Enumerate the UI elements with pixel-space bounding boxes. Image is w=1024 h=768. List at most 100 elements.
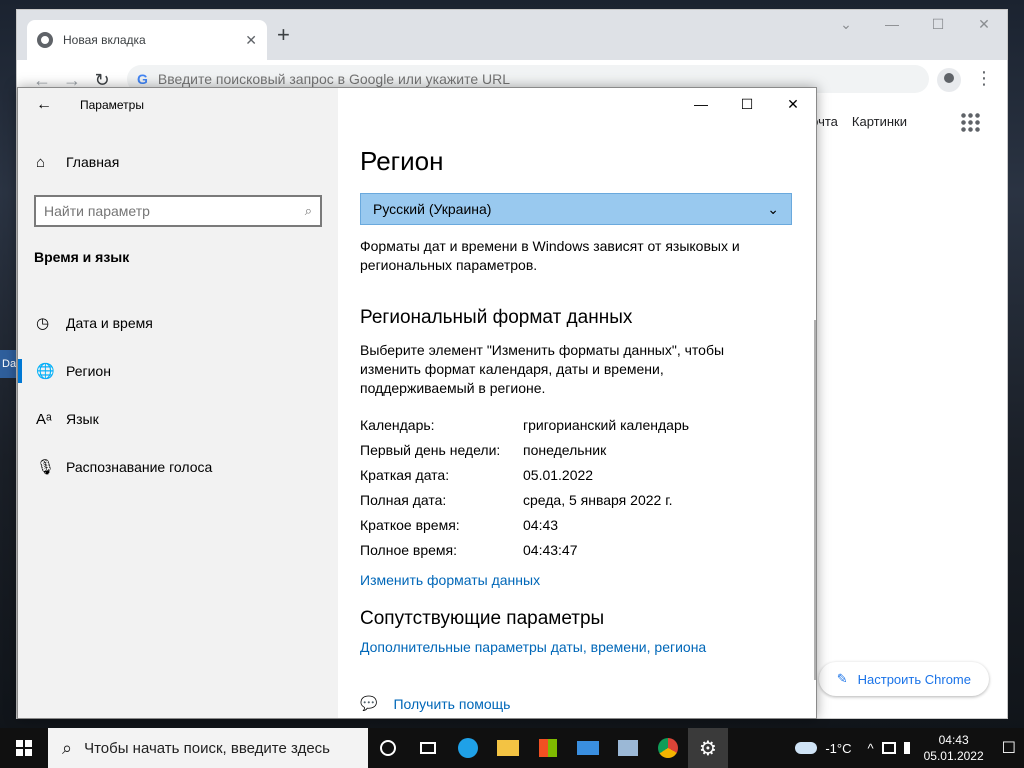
notification-icon[interactable]: ☐	[1002, 738, 1016, 758]
back-arrow-icon[interactable]: ←	[36, 96, 64, 114]
omnibox-input[interactable]	[157, 71, 858, 87]
help-icon: 💬	[360, 695, 378, 711]
tab-close-icon[interactable]: ✕	[245, 32, 257, 49]
globe-icon: 🌐	[36, 363, 55, 380]
format-key: Краткая дата:	[360, 466, 450, 483]
change-formats-row: Изменить форматы данных	[360, 572, 778, 590]
taskbar-search-placeholder: Чтобы начать поиск, введите здесь	[84, 739, 330, 757]
google-apps-icon[interactable]	[960, 112, 980, 132]
taskbar-search[interactable]: ⌕ Чтобы начать поиск, введите здесь	[48, 728, 368, 768]
scrollbar[interactable]	[814, 320, 816, 680]
format-key: Полная дата:	[360, 491, 447, 508]
chrome-menu-icon[interactable]: ⋮	[975, 68, 993, 89]
search-icon[interactable]: ⌕	[305, 203, 312, 219]
clock-time: 04:43	[938, 733, 969, 747]
get-help-row[interactable]: 💬 Получить помощь	[360, 695, 510, 712]
sidebar-item-label: Регион	[66, 363, 111, 379]
weather-temp[interactable]: -1°C	[825, 741, 851, 756]
mail-icon[interactable]	[568, 728, 608, 768]
close-button[interactable]: ✕	[961, 16, 1007, 33]
store-icon[interactable]	[528, 728, 568, 768]
file-explorer-icon[interactable]	[488, 728, 528, 768]
microphone-icon: 🎙	[36, 459, 56, 476]
sidebar-item-label: Распознавание голоса	[66, 459, 213, 475]
sidebar-item-speech[interactable]: 🎙 Распознавание голоса	[18, 443, 338, 491]
format-row: Первый день недели: понедельник	[360, 437, 778, 462]
maximize-button[interactable]: ☐	[915, 16, 961, 33]
settings-window: ← Параметры ⌂ Главная ⌕ Время и язык ◷ Д…	[17, 87, 817, 719]
system-tray: -1°C ^ 04:43 05.01.2022 ☐	[795, 732, 1024, 764]
settings-sidebar: ← Параметры ⌂ Главная ⌕ Время и язык ◷ Д…	[18, 88, 338, 718]
settings-main: — ☐ ✕ Регион Русский (Украина) ⌄ Форматы…	[338, 88, 816, 718]
desktop-shortcut-stub[interactable]: Da	[0, 350, 18, 378]
start-button[interactable]	[0, 728, 48, 768]
task-view-icon[interactable]	[408, 728, 448, 768]
tray-overflow-icon[interactable]: ^	[867, 741, 873, 756]
sidebar-item-language[interactable]: Aᵃ Язык	[18, 395, 338, 443]
format-value: 05.01.2022	[523, 466, 594, 483]
edge-icon[interactable]	[448, 728, 488, 768]
clock[interactable]: 04:43 05.01.2022	[924, 732, 984, 764]
format-row: Полное время: 04:43:47	[360, 537, 778, 562]
cortana-icon[interactable]	[368, 728, 408, 768]
region-page: Регион Русский (Украина) ⌄ Форматы дат и…	[338, 88, 792, 657]
chrome-window-controls: ⌄ — ☐ ✕	[823, 16, 1007, 33]
format-table: Календарь: григорианский календарь Первы…	[360, 412, 778, 562]
sidebar-item-date-time[interactable]: ◷ Дата и время	[18, 299, 338, 347]
settings-search-input[interactable]	[44, 203, 305, 219]
search-icon: ⌕	[62, 737, 73, 758]
format-row: Полная дата: среда, 5 января 2022 г.	[360, 487, 778, 512]
profile-icon[interactable]	[937, 68, 961, 92]
sidebar-item-region[interactable]: 🌐 Регион	[18, 347, 338, 395]
settings-search[interactable]: ⌕	[34, 195, 322, 227]
page-title: Регион	[360, 146, 444, 176]
change-formats-link[interactable]: Изменить форматы данных	[360, 572, 540, 588]
region-description: Форматы дат и времени в Windows зависят …	[360, 238, 740, 273]
network-icon[interactable]	[881, 742, 896, 754]
format-key: Первый день недели:	[360, 441, 501, 458]
region-dropdown-value: Русский (Украина)	[373, 201, 492, 217]
format-row: Краткая дата: 05.01.2022	[360, 462, 778, 487]
related-link-row: Дополнительные параметры даты, времени, …	[360, 639, 778, 657]
sidebar-item-home[interactable]: ⌂ Главная	[18, 148, 338, 176]
chevron-down-icon: ⌄	[767, 200, 779, 217]
settings-window-controls: — ☐ ✕	[678, 88, 816, 120]
related-heading: Сопутствующие параметры	[360, 608, 605, 629]
sidebar-item-label: Язык	[66, 411, 99, 427]
chrome-tab[interactable]: Новая вкладка ✕	[27, 20, 267, 60]
images-link[interactable]: Картинки	[852, 114, 907, 129]
google-header-links: Почта Картинки	[802, 114, 907, 129]
format-key: Полное время:	[360, 541, 458, 558]
format-row: Краткое время: 04:43	[360, 512, 778, 537]
sidebar-nav: ◷ Дата и время 🌐 Регион Aᵃ Язык 🎙 Распоз…	[18, 299, 338, 491]
new-tab-button[interactable]: +	[277, 24, 290, 46]
related-settings-link[interactable]: Дополнительные параметры даты, времени, …	[360, 639, 706, 655]
tab-search-icon[interactable]: ⌄	[823, 16, 869, 33]
minimize-button[interactable]: —	[678, 88, 724, 120]
chrome-icon[interactable]	[648, 728, 688, 768]
format-value: понедельник	[523, 441, 607, 458]
format-value: григорианский календарь	[523, 416, 690, 433]
format-key: Календарь:	[360, 416, 435, 433]
format-value: 04:43:47	[523, 541, 578, 558]
sidebar-item-label: Главная	[66, 154, 120, 170]
language-icon: Aᵃ	[36, 410, 52, 428]
format-value: 04:43	[523, 516, 559, 533]
format-heading: Региональный формат данных	[360, 307, 633, 328]
settings-gear-icon[interactable]: ⚙	[688, 728, 728, 768]
format-value: среда, 5 января 2022 г.	[523, 491, 673, 508]
control-panel-icon[interactable]	[608, 728, 648, 768]
windows-logo-icon	[16, 740, 32, 756]
minimize-button[interactable]: —	[869, 16, 915, 33]
format-description: Выберите элемент "Изменить форматы данны…	[360, 342, 725, 396]
customize-chrome-button[interactable]: ✎ Настроить Chrome	[818, 662, 989, 696]
region-dropdown[interactable]: Русский (Украина) ⌄	[360, 193, 792, 225]
pencil-icon: ✎	[836, 671, 848, 686]
settings-header: ← Параметры	[18, 88, 338, 122]
maximize-button[interactable]: ☐	[724, 88, 770, 120]
weather-icon[interactable]	[795, 742, 818, 754]
volume-icon[interactable]	[903, 742, 916, 754]
get-help-link[interactable]: Получить помощь	[393, 696, 510, 712]
close-button[interactable]: ✕	[770, 88, 816, 120]
calendar-clock-icon: ◷	[36, 315, 50, 332]
